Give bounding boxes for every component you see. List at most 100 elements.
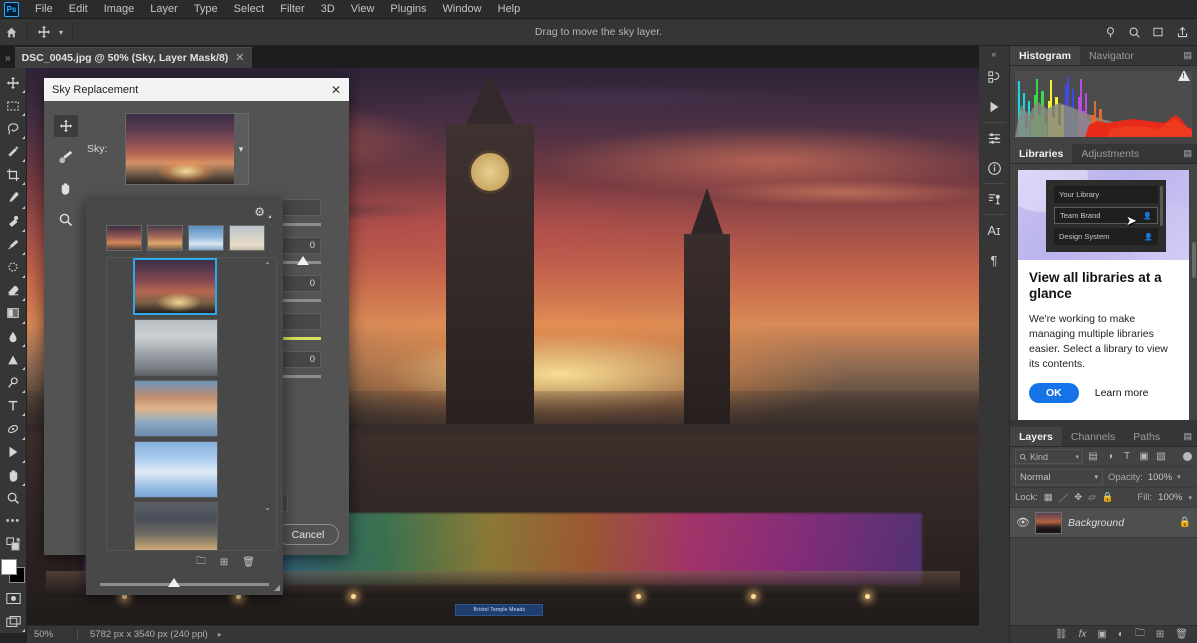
tab-adjustments[interactable]: Adjustments: [1072, 144, 1149, 163]
workspace-icon[interactable]: [1147, 21, 1169, 43]
chevron-down-icon[interactable]: ▾: [234, 114, 248, 184]
tab-libraries[interactable]: Libraries: [1010, 144, 1073, 163]
panel-menu-icon[interactable]: ▤: [1183, 144, 1197, 163]
close-icon[interactable]: ✕: [331, 83, 341, 97]
gear-icon[interactable]: ⚙: [254, 205, 271, 219]
screen-mode-icon[interactable]: [1, 610, 26, 633]
sky-list-item-selected[interactable]: [133, 258, 217, 315]
sky-preset-blue[interactable]: [188, 225, 224, 251]
type-tool[interactable]: [1, 394, 26, 417]
pen-tool[interactable]: [1, 371, 26, 394]
sky-list-item-overcast[interactable]: [134, 319, 218, 376]
layer-mask-icon[interactable]: ▣: [1097, 629, 1106, 640]
cloud-sync-icon[interactable]: [1099, 21, 1121, 43]
sky-hand-tool[interactable]: [54, 177, 78, 199]
panel-menu-icon[interactable]: ▤: [1183, 427, 1197, 446]
path-selection-tool[interactable]: [1, 417, 26, 440]
new-group-icon[interactable]: 🗀: [196, 554, 206, 571]
adjustment-filter-icon[interactable]: ◑: [1103, 451, 1117, 462]
menu-help[interactable]: Help: [490, 1, 529, 17]
chevron-down-icon[interactable]: ▾: [55, 21, 67, 43]
sky-preset-sunset-2[interactable]: [147, 225, 183, 251]
sky-move-tool[interactable]: [53, 115, 78, 137]
color-swatches[interactable]: [0, 558, 26, 583]
chevron-down-icon[interactable]: ⌄: [264, 503, 271, 512]
hand-tool[interactable]: [1, 464, 26, 487]
fade-edge-knob[interactable]: [297, 256, 310, 265]
chevron-down-icon[interactable]: ▾: [1177, 473, 1181, 481]
menu-filter[interactable]: Filter: [272, 1, 312, 17]
cached-data-warning-icon[interactable]: [1178, 70, 1190, 81]
adobe-ai-icon[interactable]: Aɪ: [979, 215, 1010, 245]
edit-toolbar-dots-icon[interactable]: •••: [1, 510, 26, 533]
new-group-icon[interactable]: 🗀: [1135, 626, 1145, 643]
lasso-tool[interactable]: [1, 117, 26, 140]
lock-all-icon[interactable]: 🔒: [1102, 492, 1114, 503]
menu-window[interactable]: Window: [435, 1, 490, 17]
type-filter-icon[interactable]: T: [1120, 451, 1134, 462]
layer-style-fx-icon[interactable]: fx: [1079, 629, 1087, 640]
tab-layers[interactable]: Layers: [1010, 427, 1062, 446]
menu-edit[interactable]: Edit: [61, 1, 96, 17]
menu-select[interactable]: Select: [226, 1, 273, 17]
menu-type[interactable]: Type: [186, 1, 226, 17]
thumbnail-size-knob[interactable]: [167, 577, 180, 587]
lock-image-icon[interactable]: ／: [1059, 491, 1069, 505]
info-icon[interactable]: [979, 153, 1010, 183]
thumbnail-size-track[interactable]: [100, 577, 269, 587]
sky-preset-sunset-1[interactable]: [106, 225, 142, 251]
sky-list[interactable]: ⌃ ⌄ 🗀 Sunsets ⌄: [106, 257, 277, 551]
resize-grip-icon[interactable]: ◢: [274, 583, 280, 592]
sky-list-item-blue-cloud[interactable]: [134, 441, 218, 498]
zoom-level[interactable]: 50%: [27, 629, 77, 640]
share-icon[interactable]: [1171, 21, 1193, 43]
smart-object-filter-icon[interactable]: ▧: [1154, 451, 1168, 462]
sky-brush-tool[interactable]: [54, 146, 78, 168]
chevron-right-icon[interactable]: ▸: [218, 630, 222, 639]
crop-tool[interactable]: [1, 163, 26, 186]
filter-toggle-icon[interactable]: [1183, 452, 1192, 461]
fill-value[interactable]: 100%: [1158, 492, 1182, 503]
sky-preset-hazy[interactable]: [229, 225, 265, 251]
default-colors-icon[interactable]: [1, 533, 26, 556]
opacity-value[interactable]: 100%: [1148, 472, 1172, 483]
adjustment-layer-icon[interactable]: ◐: [1118, 629, 1124, 640]
delete-layer-icon[interactable]: 🗑: [1175, 629, 1188, 640]
delete-preset-icon[interactable]: 🗑: [242, 557, 255, 568]
eraser-tool[interactable]: [1, 279, 26, 302]
double-chevron-left-icon[interactable]: «: [979, 46, 1010, 62]
shape-filter-icon[interactable]: ▣: [1137, 451, 1151, 462]
move-tool-icon[interactable]: [33, 21, 55, 43]
new-preset-icon[interactable]: ⊞: [220, 557, 228, 568]
layer-row-background[interactable]: 👁 Background 🔒: [1010, 508, 1197, 538]
actions-play-icon[interactable]: [979, 92, 1010, 122]
dodge-tool[interactable]: [1, 348, 26, 371]
lock-artboard-icon[interactable]: ▱: [1088, 492, 1095, 503]
menu-view[interactable]: View: [343, 1, 383, 17]
adjustments-icon[interactable]: [979, 123, 1010, 153]
sky-picker-flyout[interactable]: ⚙ ⌃ ⌄ 🗀 Sunsets ⌄ 🗀 ⊞ 🗑: [86, 199, 283, 595]
sky-list-item-warm-cloud[interactable]: [134, 380, 218, 437]
quick-selection-tool[interactable]: [1, 140, 26, 163]
history-brush-tool[interactable]: [1, 256, 26, 279]
layer-visibility-eye-icon[interactable]: 👁: [1016, 516, 1030, 529]
dialog-title-bar[interactable]: Sky Replacement ✕: [44, 78, 349, 101]
search-icon[interactable]: [1123, 21, 1145, 43]
shape-tool[interactable]: [1, 441, 26, 464]
lock-transparency-icon[interactable]: ▦: [1044, 492, 1053, 503]
brush-tool[interactable]: [1, 233, 26, 256]
pixel-filter-icon[interactable]: ▤: [1086, 451, 1100, 462]
close-icon[interactable]: ✕: [235, 52, 244, 64]
lock-position-icon[interactable]: ✥: [1074, 492, 1082, 503]
sky-selector[interactable]: ▾: [125, 113, 249, 185]
menu-3d[interactable]: 3D: [313, 1, 343, 17]
panel-menu-icon[interactable]: ▤: [1183, 46, 1197, 65]
chevron-down-icon[interactable]: ▾: [1188, 494, 1192, 502]
menu-image[interactable]: Image: [96, 1, 143, 17]
tab-paths[interactable]: Paths: [1124, 427, 1170, 446]
history-icon[interactable]: [979, 62, 1010, 92]
tab-navigator[interactable]: Navigator: [1079, 46, 1143, 65]
zoom-tool[interactable]: [1, 487, 26, 510]
chevron-up-icon[interactable]: ⌃: [264, 261, 271, 270]
marquee-tool[interactable]: [1, 94, 26, 117]
